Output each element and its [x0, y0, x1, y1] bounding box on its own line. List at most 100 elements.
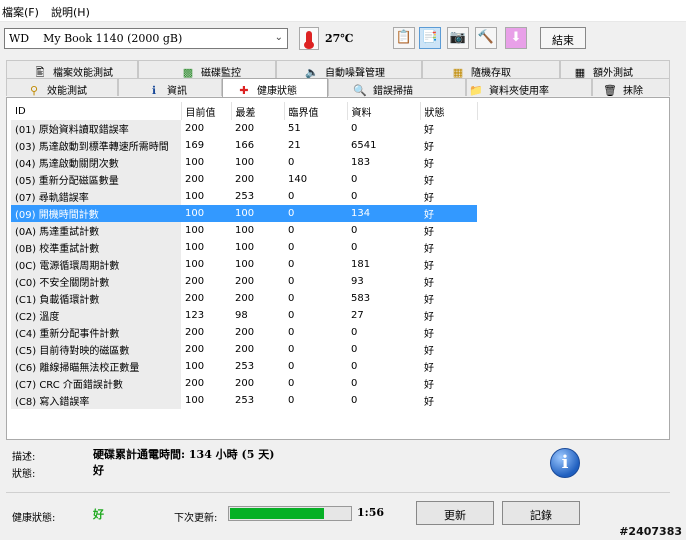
tools-button[interactable]: 🔨: [475, 27, 497, 49]
cell-current: 123: [181, 307, 231, 324]
table-row[interactable]: (0A) 馬達重試計數 100 100 0 0 好: [11, 222, 477, 239]
col-current[interactable]: 目前值: [181, 102, 232, 120]
cell-threshold: 140: [284, 171, 347, 188]
cell-id: (0A) 馬達重試計數: [11, 222, 181, 239]
table-row[interactable]: (C2) 溫度 123 98 0 27 好: [11, 307, 477, 324]
cell-worst: 100: [231, 205, 284, 222]
next-update-label: 下次更新:: [174, 513, 218, 524]
cell-status: 好: [420, 222, 477, 239]
cell-id: (C2) 溫度: [11, 307, 181, 324]
temperature-readout: 27℃: [325, 32, 354, 45]
cell-threshold: 0: [284, 188, 347, 205]
cell-threshold: 0: [284, 375, 347, 392]
tab-info[interactable]: ℹ 資訊: [118, 78, 222, 97]
drive-select[interactable]: WD My Book 1140 (2000 gB) ⌄: [4, 28, 288, 49]
cell-id: (07) 尋軌錯誤率: [11, 188, 181, 205]
tab-aam[interactable]: 🔈 自動噪聲管理: [276, 60, 422, 79]
table-row[interactable]: (0C) 電源循環周期計數 100 100 0 181 好: [11, 256, 477, 273]
cell-current: 100: [181, 239, 231, 256]
table-row[interactable]: (04) 馬達啟動關閉次數 100 100 0 183 好: [11, 154, 477, 171]
menu-file[interactable]: 檔案(F): [2, 4, 39, 20]
cell-id: (C1) 負載循環計數: [11, 290, 181, 307]
description-area: 描述: 硬碟累計通電時間: 134 小時 (5 天) 狀態: 好 i: [6, 440, 670, 490]
cell-id: (0C) 電源循環周期計數: [11, 256, 181, 273]
tab-health[interactable]: ✚ 健康狀態: [222, 78, 328, 98]
cell-id: (01) 原始資料讀取錯誤率: [11, 120, 181, 137]
copy-text-button[interactable]: 📋: [393, 27, 415, 49]
cell-status: 好: [420, 205, 477, 222]
info-icon[interactable]: i: [550, 448, 580, 478]
cell-data: 181: [347, 256, 420, 273]
table-row[interactable]: (0B) 校準重試計數 100 100 0 0 好: [11, 239, 477, 256]
cell-threshold: 21: [284, 137, 347, 154]
tab-extra-tests[interactable]: ▦ 額外測試: [560, 60, 670, 79]
thermometer-icon: [299, 27, 319, 50]
copy-all-button[interactable]: 📑: [419, 27, 441, 49]
description-value: 硬碟累計通電時間: 134 小時 (5 天): [93, 448, 275, 461]
cell-id: (C8) 寫入錯誤率: [11, 392, 181, 409]
update-progress-bar: [228, 506, 352, 521]
cell-threshold: 0: [284, 239, 347, 256]
cell-id: (C0) 不安全關閉計數: [11, 273, 181, 290]
cell-worst: 200: [231, 341, 284, 358]
table-row[interactable]: (09) 開機時間計數 100 100 0 134 好: [11, 205, 477, 222]
cell-status: 好: [420, 358, 477, 375]
cell-threshold: 0: [284, 341, 347, 358]
smart-table: ID 目前值 最差 臨界值 資料 狀態 (01) 原始資料讀取錯誤率 200 200…: [11, 102, 478, 409]
download-button[interactable]: ⬇: [505, 27, 527, 49]
tab-benchmark[interactable]: ⚲ 效能測試: [6, 78, 118, 97]
table-row[interactable]: (C4) 重新分配事件計數 200 200 0 0 好: [11, 324, 477, 341]
table-row[interactable]: (C0) 不安全關閉計數 200 200 0 93 好: [11, 273, 477, 290]
cell-threshold: 0: [284, 222, 347, 239]
cell-threshold: 0: [284, 307, 347, 324]
screenshot-button[interactable]: 📷: [447, 27, 469, 49]
tab-folder-usage[interactable]: 📁 資料夾使用率: [466, 78, 592, 97]
table-row[interactable]: (05) 重新分配磁區數量 200 200 140 0 好: [11, 171, 477, 188]
tab-erase[interactable]: 🗑 抹除: [592, 78, 670, 97]
cell-data: 134: [347, 205, 420, 222]
cell-current: 100: [181, 154, 231, 171]
cell-status: 好: [420, 307, 477, 324]
cell-current: 200: [181, 375, 231, 392]
cell-current: 100: [181, 358, 231, 375]
chevron-down-icon: ⌄: [274, 32, 283, 43]
exit-button[interactable]: 結束: [540, 27, 586, 49]
cell-data: 0: [347, 222, 420, 239]
table-row[interactable]: (C5) 目前待對映的磁區數 200 200 0 0 好: [11, 341, 477, 358]
menu-bar: 檔案(F) 說明(H): [0, 0, 686, 22]
cell-status: 好: [420, 171, 477, 188]
tab-file-benchmark[interactable]: 🖺 檔案效能測試: [6, 60, 138, 79]
log-button[interactable]: 記錄: [502, 501, 580, 525]
col-threshold[interactable]: 臨界值: [284, 102, 348, 120]
table-row[interactable]: (03) 馬達啟動到標準轉速所需時間 169 166 21 6541 好: [11, 137, 477, 154]
col-status[interactable]: 狀態: [420, 102, 478, 120]
cell-current: 100: [181, 392, 231, 409]
cell-id: (0B) 校準重試計數: [11, 239, 181, 256]
col-data[interactable]: 資料: [347, 102, 421, 120]
cell-data: 0: [347, 171, 420, 188]
table-row[interactable]: (01) 原始資料讀取錯誤率 200 200 51 0 好: [11, 120, 477, 137]
table-row[interactable]: (C6) 離線掃瞄無法校正數量 100 253 0 0 好: [11, 358, 477, 375]
table-row[interactable]: (07) 尋軌錯誤率 100 253 0 0 好: [11, 188, 477, 205]
cell-status: 好: [420, 256, 477, 273]
cell-worst: 100: [231, 222, 284, 239]
col-id[interactable]: ID: [11, 102, 182, 120]
tab-disk-monitor[interactable]: ▩ 磁碟監控: [138, 60, 276, 79]
tab-random-access[interactable]: ▦ 隨機存取: [422, 60, 560, 79]
cell-data: 0: [347, 188, 420, 205]
update-progress-fill: [230, 508, 324, 519]
tab-error-scan[interactable]: 🔍 錯誤掃描: [328, 78, 466, 97]
table-row[interactable]: (C7) CRC 介面錯誤計數 200 200 0 0 好: [11, 375, 477, 392]
cell-worst: 166: [231, 137, 284, 154]
status-value: 好: [93, 464, 104, 477]
cell-current: 200: [181, 324, 231, 341]
camera-icon: 📷: [449, 30, 467, 45]
cell-id: (04) 馬達啟動關閉次數: [11, 154, 181, 171]
update-button[interactable]: 更新: [416, 501, 494, 525]
col-worst[interactable]: 最差: [231, 102, 285, 120]
table-row[interactable]: (C1) 負載循環計數 200 200 0 583 好: [11, 290, 477, 307]
info-small-icon: ℹ: [151, 84, 157, 97]
menu-help[interactable]: 說明(H): [51, 4, 90, 20]
copy-active-icon: 📑: [421, 30, 439, 45]
table-row[interactable]: (C8) 寫入錯誤率 100 253 0 0 好: [11, 392, 477, 409]
